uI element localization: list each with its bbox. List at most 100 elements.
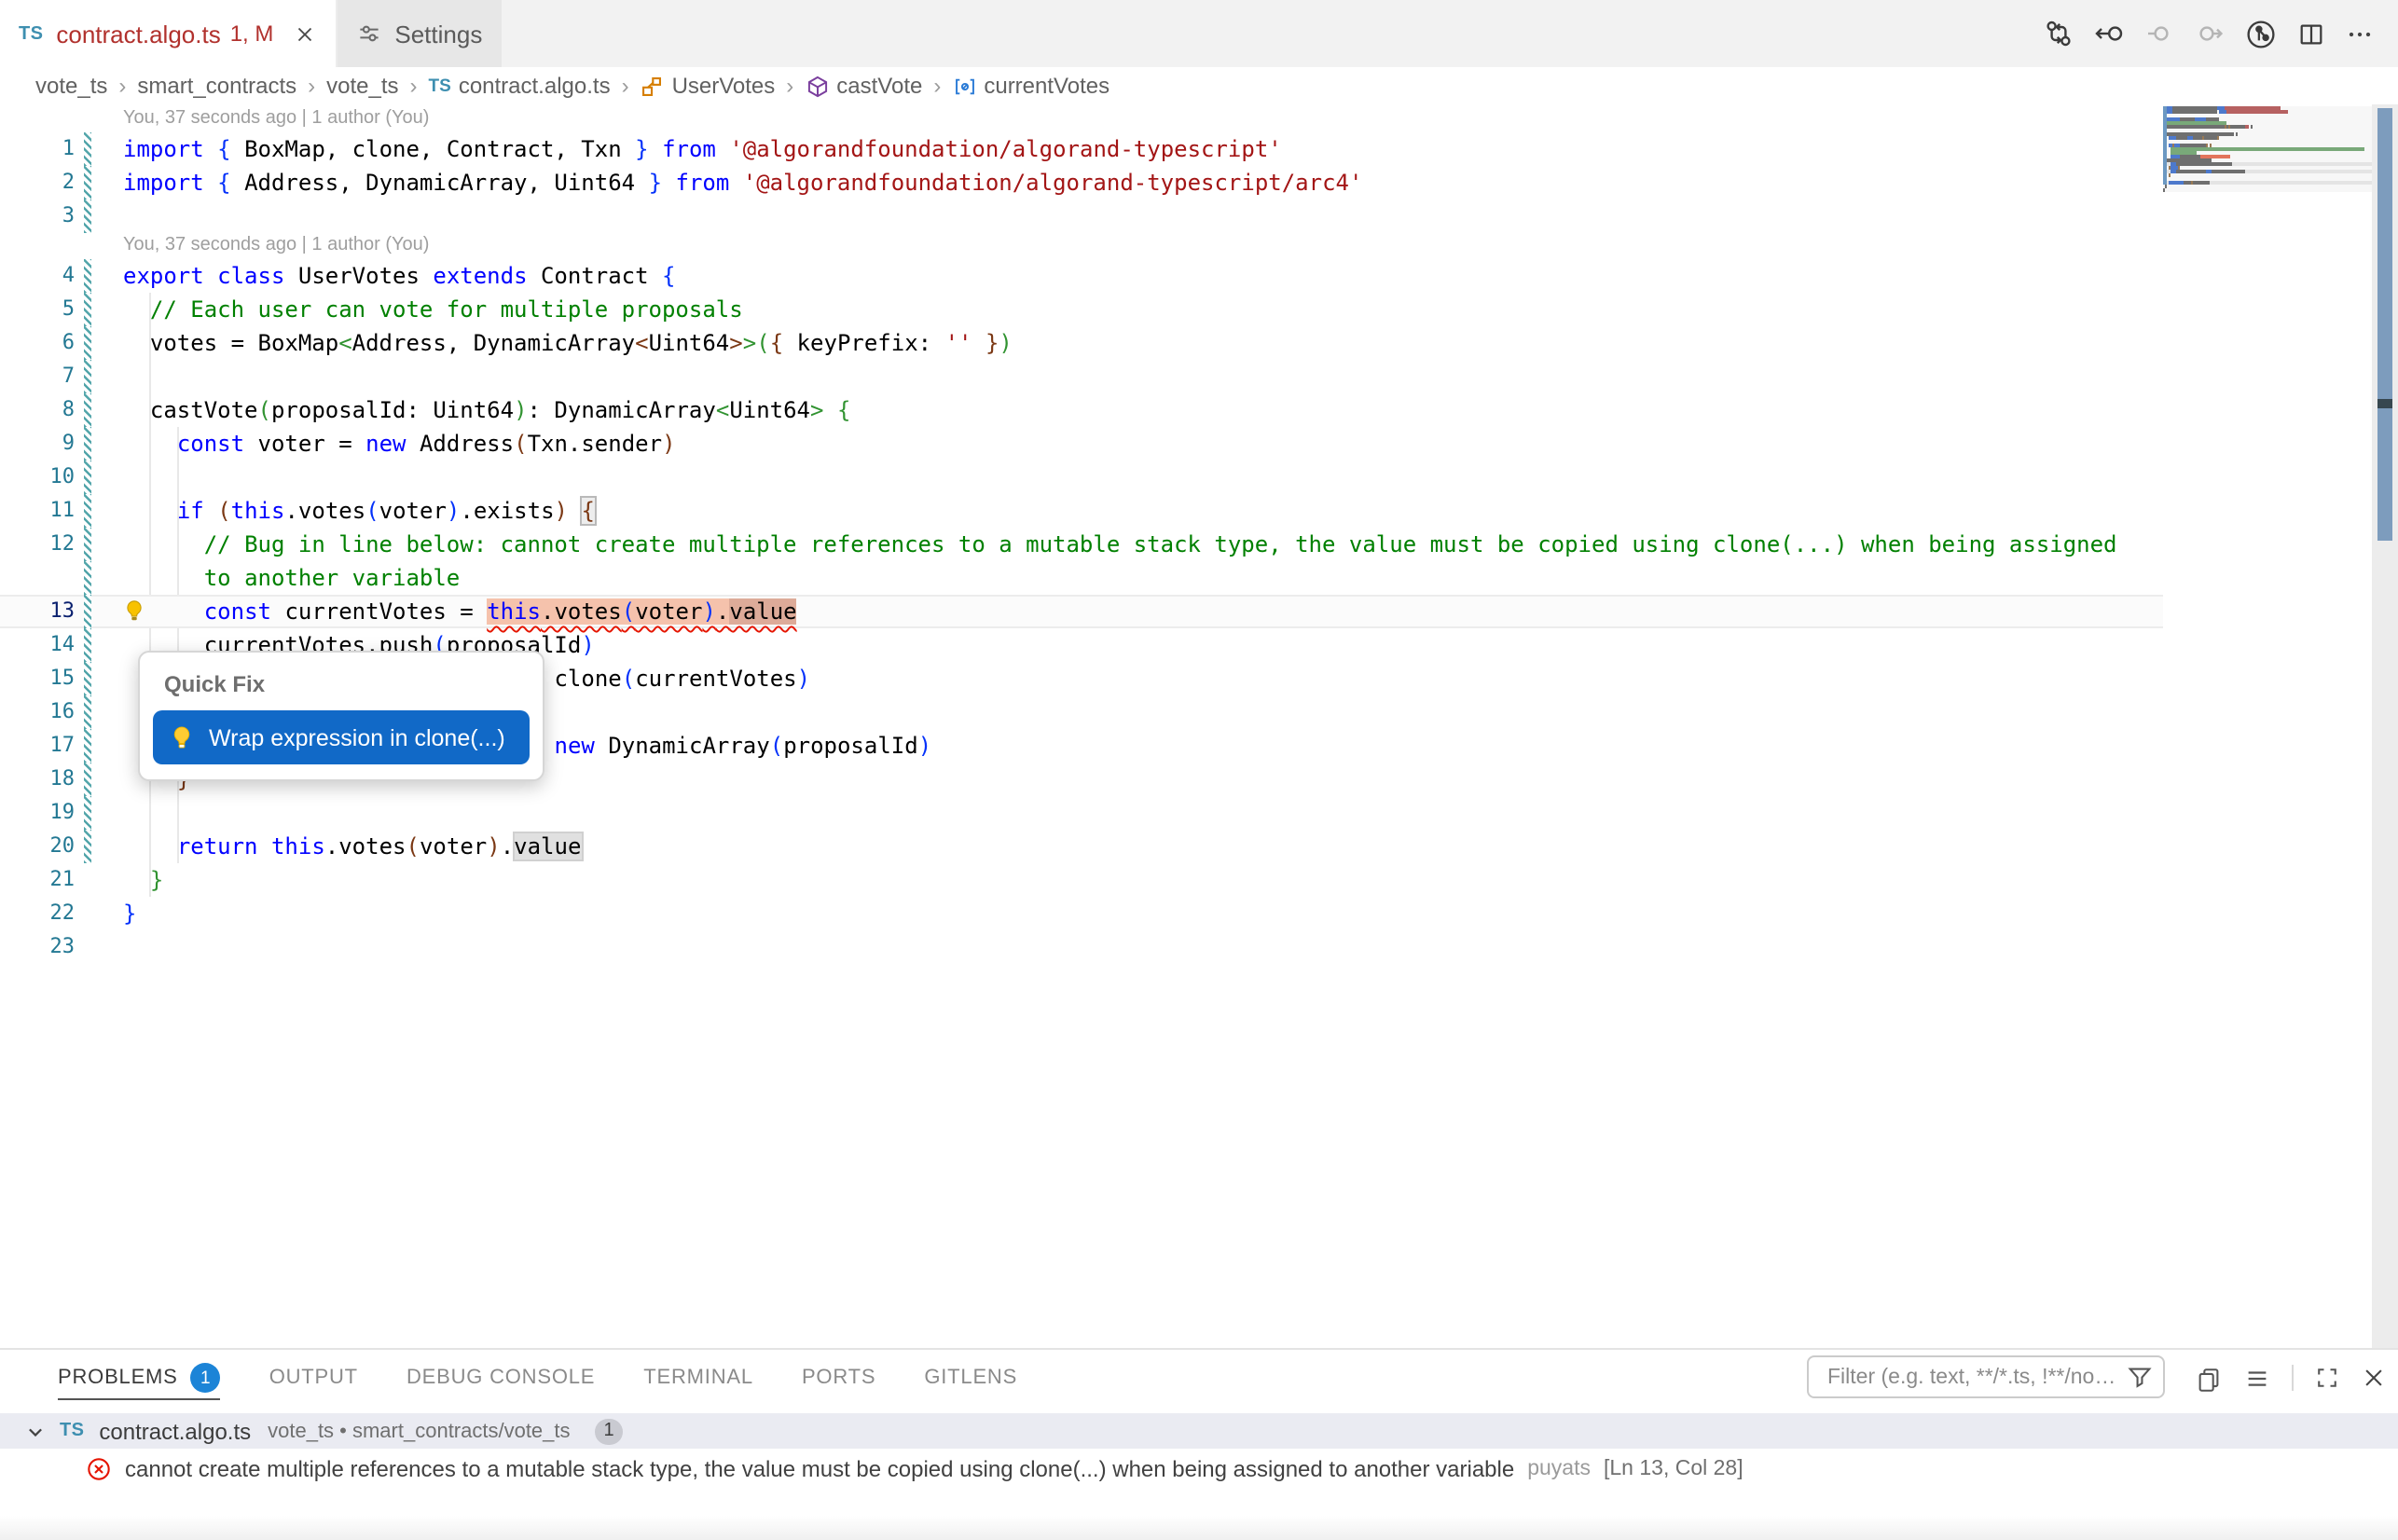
close-panel-icon[interactable]: [2361, 1365, 2387, 1391]
overview-ruler-mark: [2377, 399, 2392, 408]
bottom-panel: PROBLEMS1 OUTPUT DEBUG CONSOLE TERMINAL PORT…: [0, 1348, 2398, 1540]
collapse-all-icon[interactable]: [2243, 1364, 2271, 1392]
method-symbol-icon: [805, 74, 829, 98]
gutter-modified-indicator: [84, 628, 91, 662]
panel-tab-output[interactable]: OUTPUT: [269, 1350, 358, 1406]
code-lines: You, 37 seconds ago | 1 author (You) 1imp…: [0, 106, 2163, 964]
breadcrumb-label: contract.algo.ts: [459, 73, 611, 99]
filter-icon[interactable]: [2126, 1363, 2154, 1391]
line-number: 19: [0, 796, 75, 830]
problem-file-path: vote_ts • smart_contracts/vote_ts: [268, 1420, 570, 1442]
minimap-modified-indicator: [2163, 106, 2167, 185]
class-symbol-icon: [641, 74, 665, 98]
blame-text: You, 37 seconds ago | 1 author (You): [123, 233, 429, 259]
previous-change-icon[interactable]: [2144, 19, 2174, 48]
code-editor[interactable]: You, 37 seconds ago | 1 author (You) 1imp…: [0, 104, 2398, 1348]
filter-input[interactable]: [1824, 1364, 2126, 1390]
vscode-window: TS contract.algo.ts 1, M Settings: [0, 0, 2398, 1540]
error-location: [Ln 13, Col 28]: [1604, 1458, 1743, 1480]
breadcrumb-item-currentvotes[interactable]: currentVotes: [952, 73, 1109, 99]
gutter-modified-indicator: [84, 132, 91, 166]
tab-modified-badge: 1, M: [230, 21, 274, 47]
quickfix-item-wrap-in-clone[interactable]: Wrap expression in clone(...): [153, 710, 530, 764]
problems-filter[interactable]: [1807, 1355, 2165, 1398]
breadcrumb-item-contract-algo-ts[interactable]: TScontract.algo.ts: [429, 73, 611, 99]
code-line-8: 8 castVote(proposalId: Uint64): DynamicA…: [0, 393, 2163, 427]
close-tab-icon[interactable]: [292, 21, 316, 46]
breadcrumb-separator-icon: ›: [117, 73, 128, 99]
breadcrumb-item-castvote[interactable]: castVote: [805, 73, 922, 99]
code-line: to another variable: [0, 561, 2163, 595]
line-number: 13: [0, 595, 75, 628]
gutter-modified-indicator: [84, 763, 91, 796]
gitlens-blame-annotation: You, 37 seconds ago | 1 author (You): [0, 233, 2163, 259]
panel-tab-terminal[interactable]: TERMINAL: [643, 1350, 753, 1406]
split-editor-icon[interactable]: [2297, 20, 2325, 48]
breadcrumb-item-vote-ts[interactable]: vote_ts: [35, 73, 107, 99]
code-text: to another variable: [123, 561, 460, 595]
line-number: 18: [0, 763, 75, 796]
scrollbar[interactable]: [2372, 104, 2398, 1348]
minimap-line: [2163, 192, 2372, 196]
gitlens-graph-icon[interactable]: [2245, 18, 2277, 49]
line-number: 10: [0, 461, 75, 494]
breadcrumb-item-uservotes[interactable]: UserVotes: [641, 73, 776, 99]
code-line-13: 13 const currentVotes = this.votes(voter…: [0, 595, 2163, 628]
chevron-down-icon[interactable]: [22, 1418, 48, 1444]
code-line-19: 19: [0, 796, 2163, 830]
line-number: 22: [0, 897, 75, 930]
gutter-modified-indicator: [84, 695, 91, 729]
gutter-modified-indicator: [84, 528, 91, 561]
typescript-icon: TS: [19, 23, 43, 44]
navigate-back-icon[interactable]: [2094, 19, 2124, 48]
code-text: import { BoxMap, clone, Contract, Txn } …: [123, 132, 1282, 166]
line-number: 6: [0, 326, 75, 360]
next-change-icon[interactable]: [2195, 19, 2225, 48]
panel-tab-gitlens[interactable]: GITLENS: [924, 1350, 1017, 1406]
code-text: import { Address, DynamicArray, Uint64 }…: [123, 166, 1362, 199]
code-line-22: 22}: [0, 897, 2163, 930]
code-text: }: [123, 863, 163, 897]
code-line-3: 3: [0, 199, 2163, 233]
error-message: cannot create multiple references to a m…: [125, 1456, 1514, 1482]
variable-symbol-icon: [952, 74, 976, 98]
compare-changes-icon[interactable]: [2044, 19, 2074, 48]
panel-tab-debug-console[interactable]: DEBUG CONSOLE: [407, 1350, 595, 1406]
code-line-1: 1import { BoxMap, clone, Contract, Txn }…: [0, 132, 2163, 166]
gutter-modified-indicator: [84, 326, 91, 360]
panel-tab-ports[interactable]: PORTS: [802, 1350, 875, 1406]
gutter-modified-indicator: [84, 729, 91, 763]
breadcrumb-item-vote-ts[interactable]: vote_ts: [326, 73, 398, 99]
problem-file-row[interactable]: TS contract.algo.ts vote_ts • smart_cont…: [0, 1413, 2398, 1449]
code-text: castVote(proposalId: Uint64): DynamicArr…: [123, 393, 850, 427]
panel-tab-label: DEBUG CONSOLE: [407, 1367, 595, 1389]
panel-tab-problems[interactable]: PROBLEMS1: [58, 1350, 221, 1406]
gutter-modified-indicator: [84, 393, 91, 427]
line-number: 9: [0, 427, 75, 461]
code-text: }: [123, 897, 136, 930]
lightbulb-icon[interactable]: [123, 598, 147, 625]
lightbulb-icon: [170, 725, 194, 749]
code-text: const currentVotes = this.votes(voter).v…: [123, 595, 797, 628]
quickfix-popup: Quick Fix Wrap expression in clone(...): [138, 651, 544, 781]
line-number: 2: [0, 166, 75, 199]
panel-tab-label: GITLENS: [924, 1367, 1017, 1389]
tab-settings[interactable]: Settings: [335, 0, 501, 67]
line-number: 5: [0, 293, 75, 326]
tab-contract-algo-ts[interactable]: TS contract.algo.ts 1, M: [0, 0, 335, 67]
line-number: 4: [0, 259, 75, 293]
code-text: export class UserVotes extends Contract …: [123, 259, 676, 293]
settings-sliders-icon: [355, 21, 381, 47]
gutter-modified-indicator: [84, 796, 91, 830]
minimap[interactable]: [2163, 106, 2372, 196]
more-actions-icon[interactable]: [2346, 20, 2374, 48]
code-text: const voter = new Address(Txn.sender): [123, 427, 676, 461]
breadcrumb-item-smart-contracts[interactable]: smart_contracts: [137, 73, 296, 99]
problem-error-row[interactable]: cannot create multiple references to a m…: [0, 1449, 2398, 1490]
maximize-panel-icon[interactable]: [2314, 1365, 2340, 1391]
typescript-icon: TS: [60, 1421, 84, 1441]
code-line-7: 7: [0, 360, 2163, 393]
overview-ruler-modified: [2377, 108, 2392, 541]
view-as-table-icon[interactable]: [2195, 1364, 2223, 1392]
quickfix-item-label: Wrap expression in clone(...): [209, 724, 505, 750]
